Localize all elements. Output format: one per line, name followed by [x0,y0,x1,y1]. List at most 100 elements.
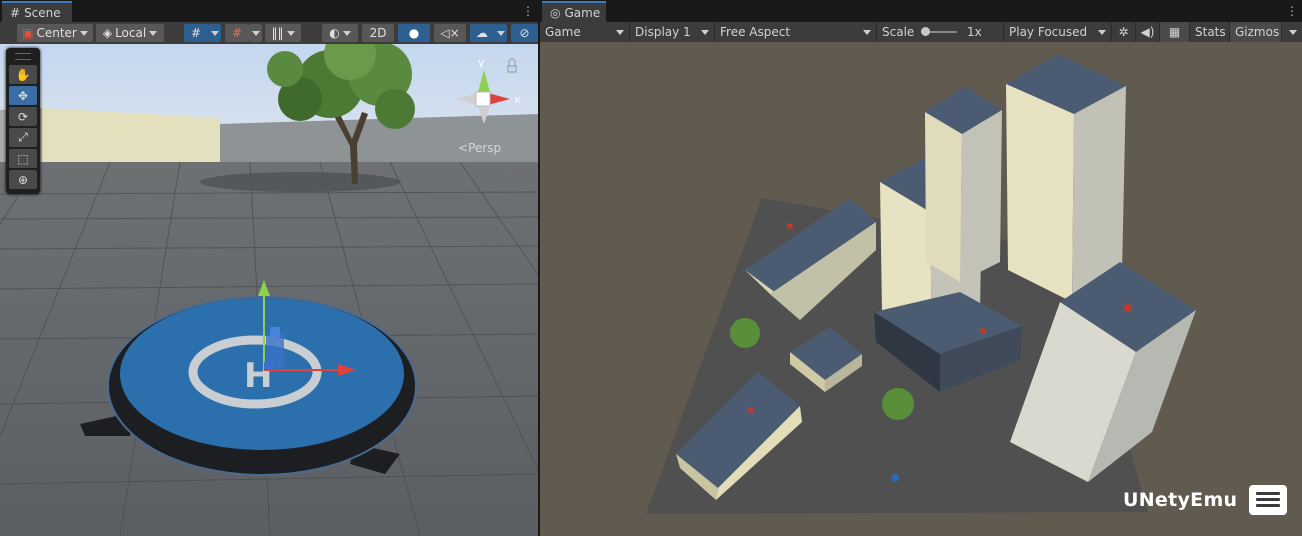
game-tab-bar: ◎ Game ⋮ [540,0,1302,22]
gizmo-y-label: y [478,56,485,69]
grid-icon: # [10,5,21,20]
display-dropdown[interactable]: Display 1 [630,22,715,42]
tree-bush [882,388,914,420]
chevron-down-icon [149,30,158,36]
scene-tab-menu-button[interactable]: ⋮ [522,3,534,19]
transform-icon: ⊕ [17,172,29,187]
toggle-grid-button[interactable]: ▦ [1160,22,1190,42]
gizmos-button[interactable]: Gizmos [1230,22,1282,42]
scale-tool-button[interactable]: ⤢ [9,128,37,147]
grid-snap-dropdown[interactable] [208,24,221,42]
scene-tab-label: Scene [24,5,61,20]
marker-red [980,328,986,334]
rotate-icon: ⟳ [17,109,29,124]
beige-wall-block [42,108,220,170]
view-mode-dropdown[interactable]: Game [540,22,630,42]
stats-button[interactable]: Stats [1190,22,1230,42]
chevron-down-icon [342,30,351,36]
transform-tool-button[interactable]: ⊕ [9,170,37,189]
lightbulb-icon: ● [408,26,420,40]
pivot-label: Center [36,26,77,40]
marker-red [1124,304,1132,312]
speaker-icon: ◀) [1140,25,1155,39]
lighting-toggle-button[interactable]: ● [398,24,430,42]
space-label: Local [115,26,147,40]
play-mode-dropdown[interactable]: Play Focused [1004,22,1112,42]
chevron-down-icon [79,30,88,36]
drag-handle-icon[interactable] [15,53,31,60]
game-viewport[interactable] [540,42,1302,536]
frame-debugger-button[interactable]: ✲ [1112,22,1136,42]
mute-audio-button[interactable]: ◀) [1136,22,1160,42]
gizmos-label: Gizmos [1235,25,1280,39]
hand-tool-button[interactable]: ✋ [9,65,37,84]
chevron-down-icon [701,30,709,35]
increment-snap-dropdown[interactable] [249,24,262,42]
scene-visibility-button[interactable]: ⊘ [511,24,538,42]
chevron-down-icon [251,30,260,36]
menu-line [1256,492,1280,495]
pivot-icon: ▣ [22,26,34,40]
menu-line [1256,498,1280,501]
tab-game[interactable]: ◎ Game [542,1,606,22]
chevron-down-icon [616,30,624,35]
tree-shadow [200,172,400,192]
chevron-down-icon [210,30,219,36]
projection-toggle[interactable]: <Persp [458,141,501,155]
grid-visibility-dropdown[interactable]: ‖‖ [265,24,301,42]
aspect-label: Free Aspect [720,25,791,39]
chevron-down-icon [1289,30,1297,35]
scale-control: Scale 1x [877,22,1004,42]
rect-tool-button[interactable]: ⬚ [9,149,37,168]
perspective-icon: < [458,141,469,155]
effects-icon: ☁ [476,26,488,40]
gizmo-x-label: x [514,93,521,106]
chevron-down-icon [1098,30,1106,35]
chevron-down-icon [496,30,505,36]
game-panel: ◎ Game ⋮ Game Display 1 Free Aspect Scal… [540,0,1302,536]
scene-tab-bar: # Scene ⋮ [0,0,538,22]
tower-back-left [925,86,1002,282]
toggle-2d-button[interactable]: 2D [362,24,394,42]
pivot-dropdown[interactable]: ▣ Center [17,24,93,42]
scene-panel: # Scene ⋮ ▣ Center ◈ Local # # ‖‖ ◐ 2D ●… [0,0,538,536]
rotate-tool-button[interactable]: ⟳ [9,107,37,126]
scene-viewport[interactable]: H y x [0,44,538,536]
watermark-text: UNetyEmu [1123,489,1238,511]
game-toolbar: Game Display 1 Free Aspect Scale 1x Play… [540,22,1302,43]
marker-red [787,223,793,229]
audio-toggle-button[interactable]: ◁× [434,24,466,42]
increment-snap-button[interactable]: # [225,24,249,42]
tower-tallest [1006,54,1126,302]
chevron-down-icon [863,30,871,35]
game-tab-menu-button[interactable]: ⋮ [1286,3,1298,19]
toggle-2d-label: 2D [369,26,387,40]
move-tool-button[interactable]: ✥ [9,86,37,105]
tab-scene[interactable]: # Scene [2,1,72,22]
scale-slider-handle[interactable] [921,27,930,36]
grid-snap-icon: # [190,26,202,40]
stats-label: Stats [1195,25,1226,39]
hand-icon: ✋ [15,67,31,82]
effects-button[interactable]: ☁ [470,24,494,42]
grid-snap-button[interactable]: # [184,24,208,42]
gizmos-dropdown[interactable] [1282,22,1302,42]
bug-icon: ✲ [1118,25,1129,39]
scale-icon: ⤢ [18,130,28,144]
chevron-down-icon [286,30,295,36]
play-mode-label: Play Focused [1009,25,1088,39]
space-dropdown[interactable]: ◈ Local [96,24,164,42]
scene-toolbar: ▣ Center ◈ Local # # ‖‖ ◐ 2D ● ◁× ☁ ⊘ [0,22,538,45]
effects-dropdown[interactable] [494,24,507,42]
game-tab-label: Game [564,5,601,20]
aspect-dropdown[interactable]: Free Aspect [715,22,877,42]
hamburger-menu-button[interactable] [1249,485,1287,515]
shaded-sphere-icon: ◐ [329,26,340,40]
display-label: Display 1 [635,25,691,39]
audio-mute-icon: ◁× [440,26,460,40]
grid-icon: ▦ [1168,25,1181,39]
increment-snap-icon: # [231,26,243,40]
local-space-icon: ◈ [102,26,113,40]
tools-overlay: ✋ ✥ ⟳ ⤢ ⬚ ⊕ [6,48,40,194]
draw-mode-dropdown[interactable]: ◐ [322,24,358,42]
